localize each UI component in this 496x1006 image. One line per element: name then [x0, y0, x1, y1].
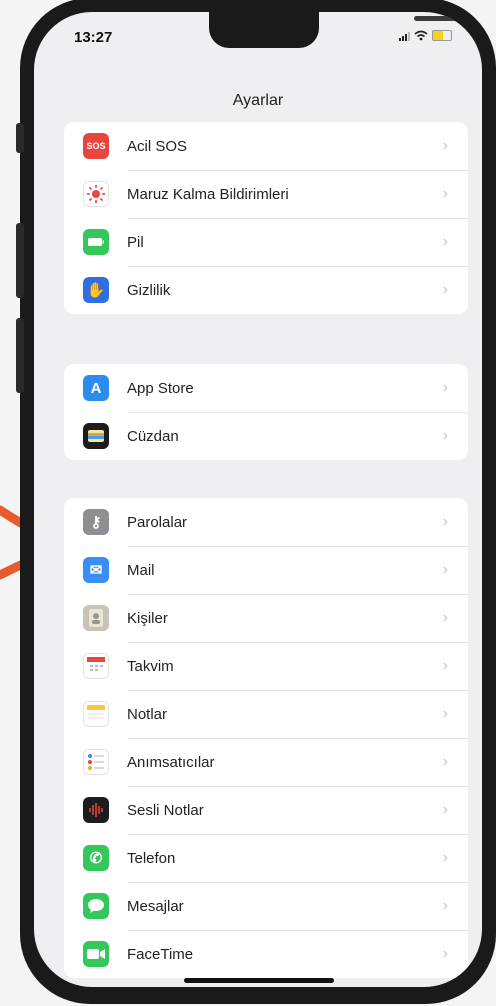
- settings-row-telefon[interactable]: ✆ Telefon ›: [64, 834, 468, 882]
- facetime-icon: [83, 941, 109, 967]
- phone-frame: 13:27 Ayarlar SOS Acil SOS › Maruz Kalma Bi…: [16, 0, 496, 1004]
- row-label: Notlar: [127, 705, 168, 723]
- volume-up-button: [16, 223, 24, 298]
- row-divider: [128, 642, 468, 643]
- row-label: App Store: [127, 379, 194, 397]
- sos-icon: SOS: [83, 133, 109, 159]
- settings-group-3: ⚷ Parolalar › ✉ Mail › Kişiler › Takvim › Notlar › A…: [64, 498, 468, 978]
- app-store-icon: A: [83, 375, 109, 401]
- row-divider: [128, 218, 468, 219]
- row-label: Gizlilik: [127, 281, 171, 299]
- settings-row-notlar[interactable]: Notlar ›: [64, 690, 468, 738]
- contacts-icon: [83, 605, 109, 631]
- chevron-right-icon: ›: [442, 753, 448, 770]
- row-label: Mail: [127, 561, 155, 579]
- settings-row-sesli-notlar[interactable]: Sesli Notlar ›: [64, 786, 468, 834]
- row-label: Anımsatıcılar: [127, 753, 215, 771]
- chevron-right-icon: ›: [442, 379, 448, 396]
- settings-row-gizlilik[interactable]: ✋ Gizlilik ›: [64, 266, 468, 314]
- settings-row-acil-sos[interactable]: SOS Acil SOS ›: [64, 122, 468, 170]
- chevron-right-icon: ›: [442, 657, 448, 674]
- voice-memos-icon: [83, 797, 109, 823]
- row-divider: [128, 690, 468, 691]
- settings-row-kisiler[interactable]: Kişiler ›: [64, 594, 468, 642]
- chevron-right-icon: ›: [442, 513, 448, 530]
- chevron-right-icon: ›: [442, 609, 448, 626]
- mail-icon: ✉: [83, 557, 109, 583]
- home-indicator[interactable]: [184, 978, 334, 983]
- settings-row-takvim[interactable]: Takvim ›: [64, 642, 468, 690]
- hand-icon: ✋: [83, 277, 109, 303]
- row-label: Telefon: [127, 849, 176, 867]
- row-label: Acil SOS: [127, 137, 188, 155]
- chevron-right-icon: ›: [442, 801, 448, 818]
- page-title: Ayarlar: [232, 92, 284, 109]
- settings-group-2: A App Store › Cüzdan ›: [64, 364, 468, 460]
- row-label: Pil: [127, 233, 144, 251]
- row-label: Cüzdan: [127, 427, 179, 445]
- row-divider: [128, 882, 468, 883]
- status-icons: [399, 30, 452, 41]
- notch: [209, 12, 464, 48]
- settings-group-1: SOS Acil SOS › Maruz Kalma Bildirimleri › Pil…: [64, 122, 468, 314]
- wifi-icon: [414, 30, 428, 41]
- chevron-right-icon: ›: [442, 897, 448, 914]
- chevron-right-icon: ›: [442, 945, 448, 962]
- battery-icon: [83, 229, 109, 255]
- chevron-right-icon: ›: [442, 137, 448, 154]
- mute-switch: [16, 123, 24, 153]
- row-divider: [128, 834, 468, 835]
- row-label: Parolalar: [127, 513, 188, 531]
- row-label: FaceTime: [127, 945, 194, 963]
- chevron-right-icon: ›: [442, 427, 448, 444]
- chevron-right-icon: ›: [442, 233, 448, 250]
- settings-row-maruz-kalma-bildirimleri[interactable]: Maruz Kalma Bildirimleri ›: [64, 170, 468, 218]
- row-label: Mesajlar: [127, 897, 184, 915]
- calendar-icon: [83, 653, 109, 679]
- settings-row-facetime[interactable]: FaceTime ›: [64, 930, 468, 978]
- settings-screen: 13:27 Ayarlar SOS Acil SOS › Maruz Kalma Bi…: [34, 12, 482, 987]
- row-divider: [128, 930, 468, 931]
- volume-down-button: [16, 318, 24, 393]
- chevron-right-icon: ›: [442, 705, 448, 722]
- row-divider: [128, 546, 468, 547]
- wallet-icon: [83, 423, 109, 449]
- settings-row-mesajlar[interactable]: Mesajlar ›: [64, 882, 468, 930]
- row-label: Maruz Kalma Bildirimleri: [127, 185, 289, 203]
- notes-icon: [83, 701, 109, 727]
- chevron-right-icon: ›: [442, 185, 448, 202]
- settings-row-animsaticilar[interactable]: Anımsatıcılar ›: [64, 738, 468, 786]
- row-divider: [128, 412, 468, 413]
- key-icon: ⚷: [83, 509, 109, 535]
- cellular-signal-icon: [399, 31, 410, 41]
- battery-status-icon: [432, 30, 452, 41]
- status-time: 13:27: [74, 29, 113, 46]
- settings-row-pil[interactable]: Pil ›: [64, 218, 468, 266]
- chevron-right-icon: ›: [442, 849, 448, 866]
- row-divider: [128, 594, 468, 595]
- row-label: Sesli Notlar: [127, 801, 204, 819]
- phone-icon: ✆: [83, 845, 109, 871]
- row-label: Takvim: [127, 657, 174, 675]
- speaker: [414, 16, 464, 21]
- row-label: Kişiler: [127, 609, 168, 627]
- settings-row-parolalar[interactable]: ⚷ Parolalar ›: [64, 498, 468, 546]
- chevron-right-icon: ›: [442, 281, 448, 298]
- row-divider: [128, 738, 468, 739]
- row-divider: [128, 786, 468, 787]
- reminders-icon: [83, 749, 109, 775]
- row-divider: [128, 170, 468, 171]
- row-divider: [128, 266, 468, 267]
- exposure-icon: [83, 181, 109, 207]
- chevron-right-icon: ›: [442, 561, 448, 578]
- settings-row-cuzdan[interactable]: Cüzdan ›: [64, 412, 468, 460]
- settings-row-app-store[interactable]: A App Store ›: [64, 364, 468, 412]
- messages-icon: [83, 893, 109, 919]
- settings-row-mail[interactable]: ✉ Mail ›: [64, 546, 468, 594]
